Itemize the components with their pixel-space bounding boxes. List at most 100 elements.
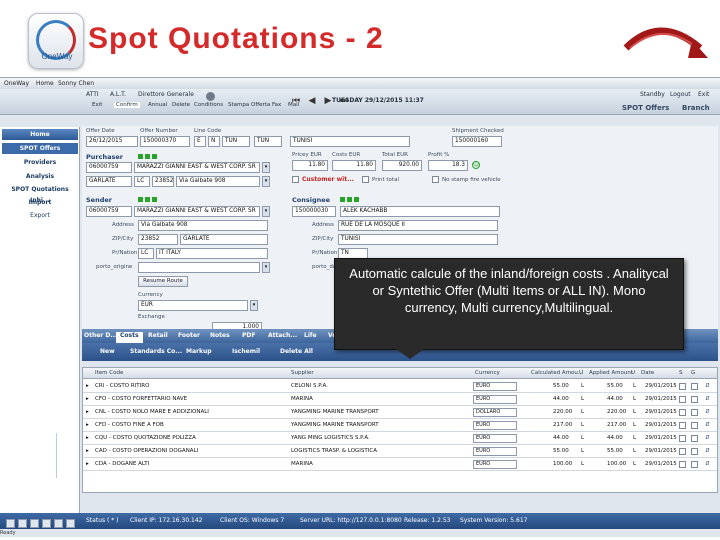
currency-field[interactable]: EUR <box>138 300 248 311</box>
logout-button[interactable]: Logout <box>670 91 691 98</box>
sidebar-item-analysis[interactable]: Analysis <box>2 171 78 182</box>
row-sort-icon[interactable]: ⇵ <box>705 396 710 402</box>
cell-currency-select[interactable]: EURO <box>473 434 517 443</box>
sender-prov-field[interactable]: LC <box>138 248 154 259</box>
cell-currency-select[interactable]: EURO <box>473 447 517 456</box>
row-checkbox[interactable] <box>691 422 698 429</box>
purchaser-lookup-icon[interactable]: ▾ <box>262 162 270 173</box>
menu-item-user[interactable]: Sonny Chen <box>58 80 94 87</box>
purchaser-address-field[interactable]: Via Galbate 908 <box>176 176 260 187</box>
status-icon[interactable] <box>6 519 15 528</box>
sidebar-item-export[interactable]: Export <box>2 210 78 221</box>
row-checkbox[interactable] <box>679 435 686 442</box>
consignee-code-field[interactable]: 150000030 <box>292 206 336 217</box>
tab-attach[interactable]: Attach... <box>268 332 297 339</box>
customer-checkbox[interactable] <box>292 176 299 183</box>
line-code-field-1[interactable]: TUN <box>222 136 250 147</box>
porto-origin-lookup-icon[interactable]: ▾ <box>262 262 270 273</box>
purchaser-prov-field[interactable]: LC <box>134 176 150 187</box>
sender-name-field[interactable]: MARAZZI GIANNI EAST & WEST CORP. SR <box>134 206 260 217</box>
consignee-name-field[interactable]: ALEK KACHABB <box>340 206 500 217</box>
sidebar-item-home[interactable]: Home <box>2 129 78 140</box>
table-row[interactable]: ▸ CFD - COSTO FINE A FOB YANGMING MARINE T… <box>83 419 717 432</box>
cell-currency-select[interactable]: EURO <box>473 421 517 430</box>
row-checkbox[interactable] <box>691 409 698 416</box>
fax-button[interactable]: Fax <box>272 102 281 108</box>
profit-field[interactable]: 18.3 <box>428 160 468 171</box>
table-row[interactable]: ▸ CAD - COSTO OPERAZIONI DOGANALI LOGISTIC… <box>83 445 717 458</box>
sender-lookup-icon[interactable]: ▾ <box>262 206 270 217</box>
purchaser-name-field[interactable]: MARAZZI GIANNI EAST & WEST CORP. SR <box>134 162 260 173</box>
first-record-icon[interactable]: ⏮ <box>290 95 302 107</box>
menu-item-home[interactable]: Home <box>36 80 54 87</box>
table-row[interactable]: ▸ CDA - DOGANE ALTI MARINA 100.00 L 100.00 L 29… <box>83 458 717 471</box>
row-checkbox[interactable] <box>691 396 698 403</box>
sender-code-field[interactable]: 06000759 <box>86 206 132 217</box>
sidebar-item-spot-offers[interactable]: SPOT Offers <box>2 143 78 154</box>
ischemil-button[interactable]: Ischemil <box>232 348 260 355</box>
table-row[interactable]: ▸ CQU - COSTO QUOTAZIONE POLIZZA YANG MING… <box>83 432 717 445</box>
consignee-city-field[interactable]: TUNISI <box>338 234 498 245</box>
status-icon[interactable] <box>54 519 63 528</box>
confirm-button[interactable]: Confirm <box>114 102 140 108</box>
col-unit-1[interactable]: U <box>579 370 583 376</box>
offer-number-field[interactable]: 150000370 <box>140 136 190 147</box>
row-sort-icon[interactable]: ⇵ <box>705 409 710 415</box>
new-cost-button[interactable]: New <box>100 348 115 355</box>
sidebar-item-providers[interactable]: Providers <box>2 157 78 168</box>
row-checkbox[interactable] <box>679 461 686 468</box>
costs-field[interactable]: 11.80 <box>332 160 376 171</box>
line-code-field-2[interactable]: TUN <box>254 136 282 147</box>
tab-pdf[interactable]: PDF <box>242 332 255 339</box>
status-icon[interactable] <box>66 519 75 528</box>
exit-app-button[interactable]: Exit <box>698 91 709 98</box>
row-sort-icon[interactable]: ⇵ <box>705 383 710 389</box>
row-sort-icon[interactable]: ⇵ <box>705 448 710 454</box>
destination-field[interactable]: TUNISI <box>290 136 410 147</box>
col-supplier[interactable]: Supplier <box>291 370 314 376</box>
sender-address-field[interactable]: Via Galbate 908 <box>138 220 268 231</box>
purchaser-zip-field[interactable]: 23852 <box>152 176 174 187</box>
status-icon[interactable] <box>18 519 27 528</box>
row-sort-icon[interactable]: ⇵ <box>705 461 710 467</box>
standards-costs-button[interactable]: Standards Co... <box>130 348 182 355</box>
cell-currency-select[interactable]: DOLLARO <box>473 408 517 417</box>
cell-currency-select[interactable]: EURO <box>473 395 517 404</box>
sender-city-field[interactable]: GARLATE <box>180 234 268 245</box>
col-date[interactable]: Date <box>641 370 654 376</box>
tab-notes[interactable]: Notes <box>210 332 230 339</box>
row-checkbox[interactable] <box>679 448 686 455</box>
row-checkbox[interactable] <box>679 383 686 390</box>
last-record-icon[interactable]: ⏭ <box>338 95 350 107</box>
sidebar-item-spot-quotations[interactable]: SPOT Quotations Inhi... <box>2 184 78 204</box>
line-n-field[interactable]: N <box>208 136 220 147</box>
shipment-field[interactable]: 150000160 <box>452 136 502 147</box>
tab-other-data[interactable]: Other D... <box>84 332 117 339</box>
tab-footer[interactable]: Footer <box>178 332 200 339</box>
table-row[interactable]: ▸ CFO - COSTO FORFETTARIO NAVE MARINA 44.00… <box>83 393 717 406</box>
col-applied-amount[interactable]: Applied Amount <box>589 370 633 376</box>
status-icon[interactable] <box>42 519 51 528</box>
price-field[interactable]: 11.80 <box>292 160 328 171</box>
total-field[interactable]: 920.00 <box>382 160 422 171</box>
currency-dropdown-icon[interactable]: ▾ <box>250 300 258 311</box>
offer-date-field[interactable]: 26/12/2015 <box>86 136 138 147</box>
next-record-icon[interactable]: ▶ <box>322 95 334 107</box>
menu-item-oneway[interactable]: OneWay <box>4 80 29 87</box>
cell-currency-select[interactable]: EURO <box>473 382 517 391</box>
col-g[interactable]: G <box>691 370 695 376</box>
line-e-field[interactable]: E <box>194 136 206 147</box>
no-stamp-checkbox[interactable] <box>432 176 439 183</box>
row-checkbox[interactable] <box>679 396 686 403</box>
cell-currency-select[interactable]: EURO <box>473 460 517 469</box>
row-checkbox[interactable] <box>679 409 686 416</box>
table-row[interactable]: ▸ CNL - COSTO NOLO MARE E ADDIZIONALI YANG… <box>83 406 717 419</box>
col-calculated-amount[interactable]: Calculated Amou... <box>531 370 583 376</box>
sender-nation-field[interactable]: IT ITALY <box>156 248 268 259</box>
row-sort-icon[interactable]: ⇵ <box>705 422 710 428</box>
print-offer-button[interactable]: Stampa Offerta <box>228 102 270 108</box>
markup-button[interactable]: Markup <box>186 348 212 355</box>
col-unit-2[interactable]: U <box>631 370 635 376</box>
purchaser-addr-lookup-icon[interactable]: ▾ <box>262 176 270 187</box>
row-checkbox[interactable] <box>691 448 698 455</box>
